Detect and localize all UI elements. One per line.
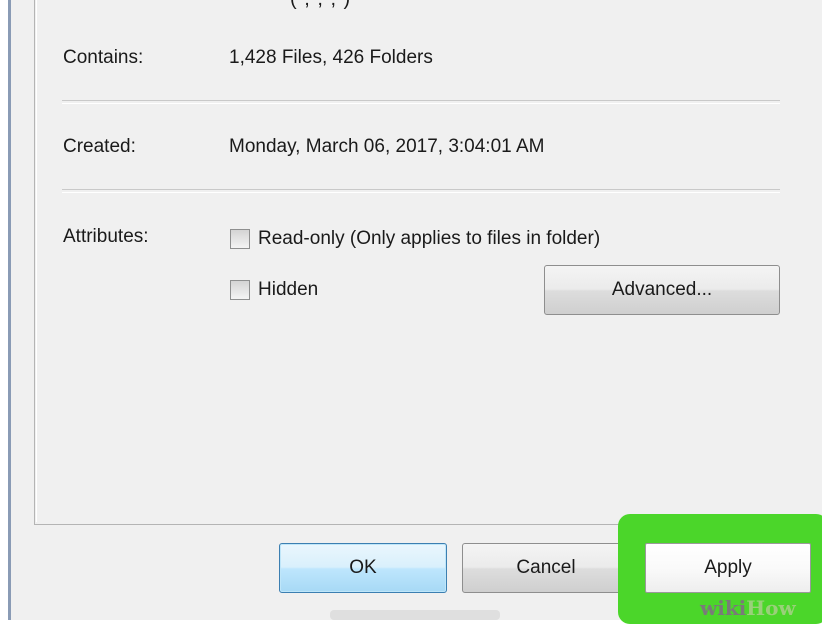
readonly-label: Read-only (Only applies to files in fold… [258,228,601,249]
readonly-checkbox-row[interactable]: Read-only (Only applies to files in fold… [230,228,600,250]
contains-value: 1,428 Files, 426 Folders [229,47,433,68]
separator [62,100,780,104]
panel-edge [36,0,37,522]
created-value: Monday, March 06, 2017, 3:04:01 AM [229,136,545,157]
readonly-checkbox[interactable] [230,229,250,249]
separator [62,189,780,193]
contains-label: Contains: [63,47,144,68]
ok-button-label: OK [349,557,377,578]
advanced-button[interactable]: Advanced... [544,265,780,315]
watermark-wiki: wiki [700,596,747,620]
cancel-button[interactable]: Cancel [462,543,630,593]
watermark-how: How [746,596,796,620]
created-label: Created: [63,136,136,157]
advanced-button-label: Advanced... [611,279,713,300]
taskbar-ghost [330,610,500,620]
attributes-label: Attributes: [63,226,149,247]
cancel-button-label: Cancel [516,557,576,578]
hidden-checkbox[interactable] [230,280,250,300]
ok-button[interactable]: OK [279,543,447,593]
apply-button-label: Apply [704,557,752,578]
hidden-label: Hidden [258,279,319,300]
apply-button[interactable]: Apply [645,543,811,593]
wikihow-watermark: wikiHow [700,596,796,620]
hidden-checkbox-row[interactable]: Hidden [230,279,318,301]
clipped-size-text: ( , , , ) [290,0,351,11]
properties-panel [34,0,821,525]
window-border [8,0,11,620]
